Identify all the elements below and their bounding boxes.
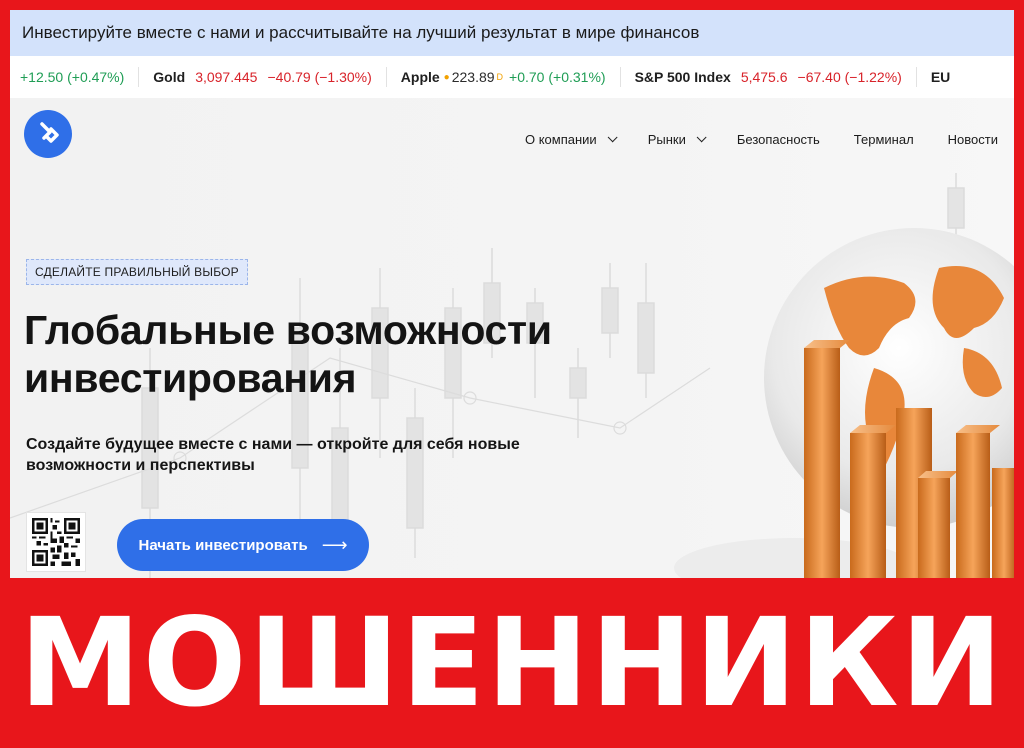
ticker-item[interactable]: Apple ● 223.89 D +0.70 (+0.31%) [387, 67, 621, 87]
ticker-price: 3,097.445 [195, 69, 258, 85]
hero-subtitle: Создайте будущее вместе с нами — откройт… [26, 436, 520, 474]
price-ticker: +12.50 (+0.47%) Gold 3,097.445 −40.79 (−… [10, 56, 1014, 98]
top-banner: Инвестируйте вместе с нами и рассчитывай… [10, 10, 1014, 56]
ticker-change: +12.50 (+0.47%) [20, 69, 125, 85]
nav-item-markets[interactable]: Рынки [647, 132, 707, 147]
qr-code-icon [32, 518, 80, 566]
website-frame: Инвестируйте вместе с нами и рассчитывай… [10, 10, 1014, 578]
nav-item-security[interactable]: Безопасность [737, 132, 820, 147]
nav-label: Терминал [853, 132, 914, 147]
ticker-delay-marker: D [496, 72, 504, 82]
globe-icon [674, 228, 1014, 578]
ticker-change: −40.79 (−1.30%) [267, 69, 372, 85]
chevron-down-icon [696, 132, 707, 143]
hero-title: Глобальные возможности инвестирования [24, 307, 552, 401]
nav-label: Новости [947, 132, 998, 147]
nav-item-terminal[interactable]: Терминал [854, 132, 914, 147]
chevron-down-icon [607, 132, 618, 143]
ticker-name: EU [930, 69, 951, 85]
main-nav: О компании Рынки Безопасность Терминал Н… [525, 132, 998, 147]
ticker-item[interactable]: Gold 3,097.445 −40.79 (−1.30%) [139, 67, 387, 87]
ticker-name: S&P 500 Index [634, 69, 731, 85]
ticker-name: Gold [153, 69, 186, 85]
nav-item-news[interactable]: Новости [948, 132, 998, 147]
market-status-dot-icon: ● [443, 71, 450, 83]
ticker-change: −67.40 (−1.22%) [797, 69, 902, 85]
scam-warning-text: МОШЕННИКИ [19, 592, 1005, 734]
nav-label: О компании [525, 132, 597, 147]
arrow-right-icon: ⟶ [321, 534, 348, 555]
brand-logo[interactable] [24, 110, 72, 158]
banner-text: Инвестируйте вместе с нами и рассчитывай… [22, 23, 700, 42]
start-investing-button[interactable]: Начать инвестировать ⟶ [117, 519, 369, 571]
qr-code[interactable] [26, 512, 86, 572]
nav-label: Безопасность [736, 132, 820, 147]
nav-label: Рынки [647, 132, 686, 147]
scam-warning-overlay: МОШЕННИКИ [0, 578, 1024, 748]
hero-section: О компании Рынки Безопасность Терминал Н… [10, 98, 1014, 578]
nav-item-about[interactable]: О компании [525, 132, 618, 147]
ticker-item[interactable]: +12.50 (+0.47%) [10, 67, 140, 87]
hero-badge: СДЕЛАЙТЕ ПРАВИЛЬНЫЙ ВЫБОР [26, 259, 248, 285]
brand-logo-icon [40, 122, 59, 143]
ticker-price: 5,475.6 [740, 69, 788, 85]
ticker-price: 223.89 [451, 69, 495, 85]
ticker-item[interactable]: S&P 500 Index 5,475.6 −67.40 (−1.22%) [621, 67, 917, 87]
cta-label: Начать инвестировать [138, 536, 308, 554]
ticker-name: Apple [400, 69, 440, 85]
ticker-change: +0.70 (+0.31%) [509, 69, 606, 85]
ticker-item[interactable]: EU [917, 67, 974, 87]
